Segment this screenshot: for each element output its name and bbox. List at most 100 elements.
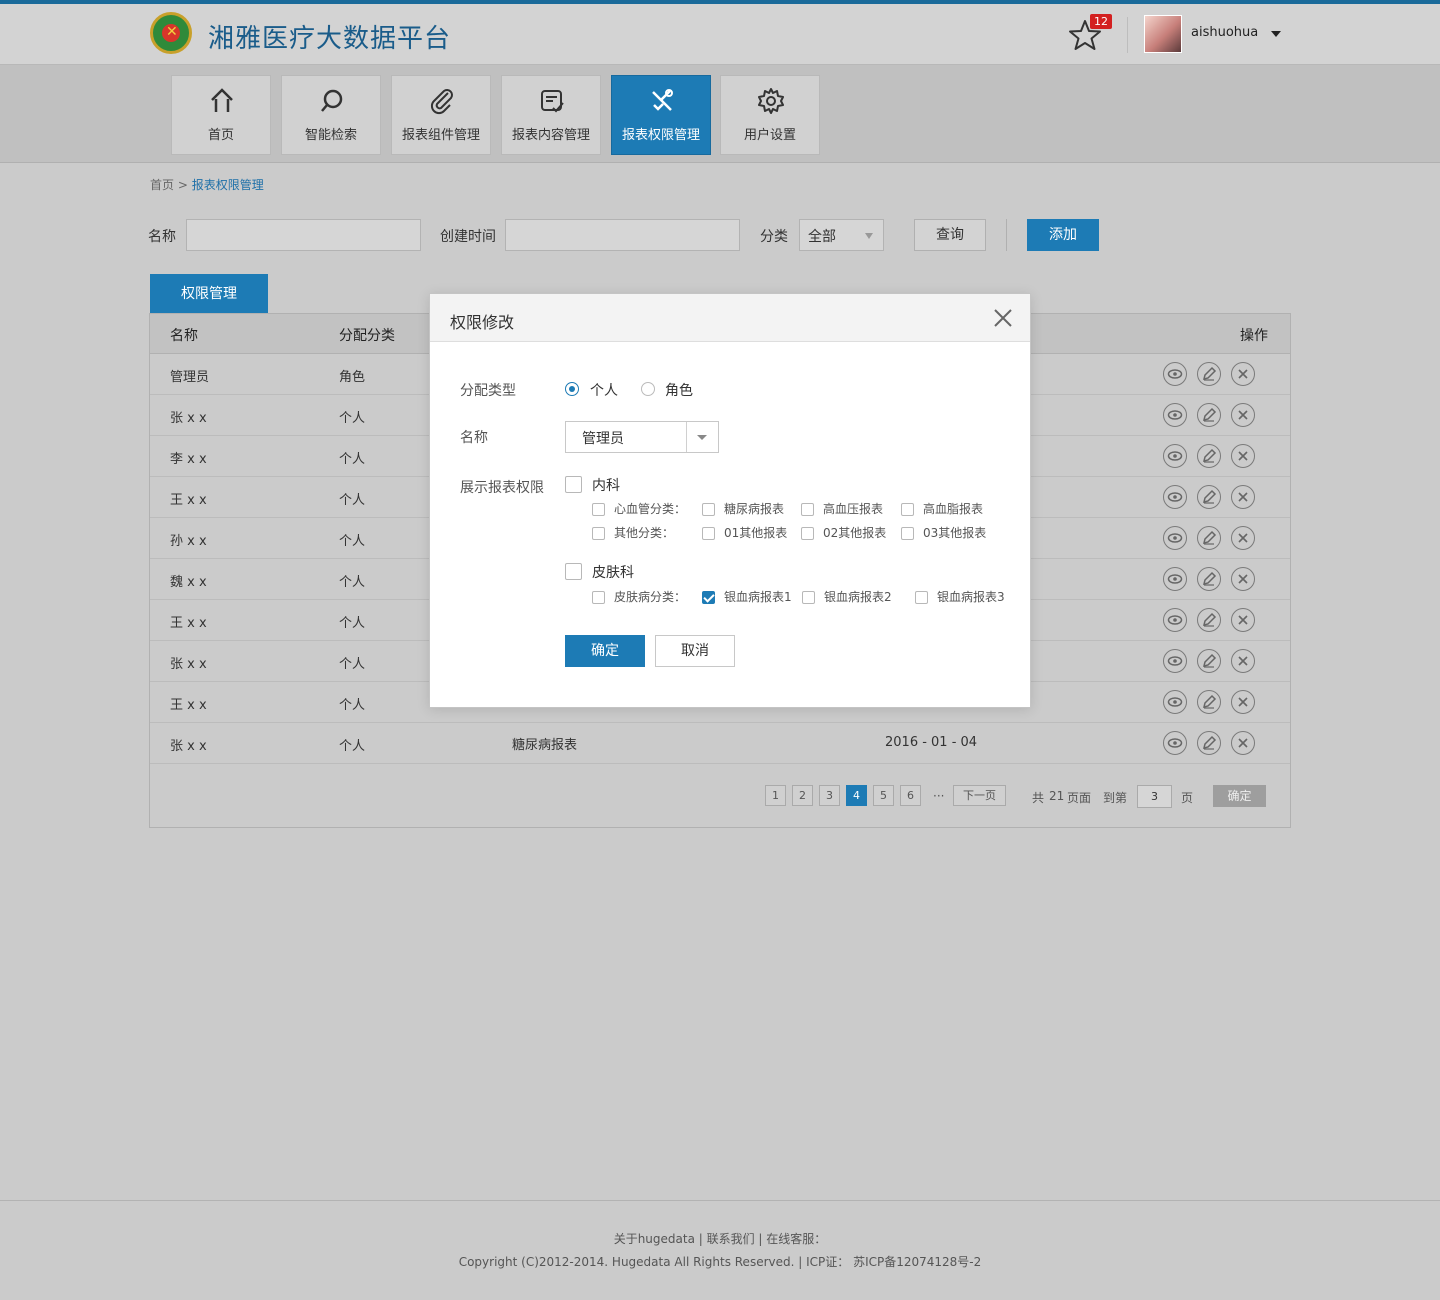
group-internal-label: 内科	[592, 478, 620, 494]
delete-icon[interactable]	[1231, 526, 1255, 550]
chevron-down-icon	[697, 435, 707, 440]
row-actions	[1163, 649, 1256, 673]
delete-icon[interactable]	[1231, 649, 1255, 673]
nav-report-content[interactable]: 报表内容管理	[501, 75, 601, 155]
edit-icon[interactable]	[1197, 485, 1221, 509]
view-icon[interactable]	[1163, 731, 1187, 755]
page-button[interactable]: 6	[900, 785, 921, 806]
breadcrumb-home[interactable]: 首页	[150, 178, 174, 192]
col-assign-header: 分配分类	[339, 328, 395, 344]
group-internal-checkbox[interactable]	[565, 476, 582, 493]
row-actions	[1163, 526, 1256, 550]
report-label: 银血病报表2	[824, 590, 892, 604]
delete-icon[interactable]	[1231, 731, 1255, 755]
edit-icon[interactable]	[1197, 690, 1221, 714]
delete-icon[interactable]	[1231, 690, 1255, 714]
nav-report-permissions[interactable]: 报表权限管理	[611, 75, 711, 155]
row-assign: 个人	[339, 698, 366, 713]
created-filter-input[interactable]	[505, 219, 740, 251]
row-assign: 个人	[339, 411, 366, 426]
view-icon[interactable]	[1163, 362, 1187, 386]
edit-icon[interactable]	[1197, 362, 1221, 386]
query-button[interactable]: 查询	[914, 219, 986, 251]
document-check-icon	[541, 90, 564, 113]
report-checkbox[interactable]	[801, 527, 814, 540]
report-label: 糖尿病报表	[724, 502, 785, 516]
nav-search[interactable]: 智能检索	[281, 75, 381, 155]
delete-icon[interactable]	[1231, 485, 1255, 509]
report-checkbox[interactable]	[702, 503, 715, 516]
row-date: 2016 - 01 - 04	[885, 735, 978, 750]
view-icon[interactable]	[1163, 690, 1187, 714]
report-checkbox[interactable]	[802, 591, 815, 604]
edit-icon[interactable]	[1197, 608, 1221, 632]
modal-cancel-button[interactable]: 取消	[655, 635, 735, 667]
add-button[interactable]: 添加	[1027, 219, 1099, 251]
report-checkbox[interactable]	[801, 503, 814, 516]
row-actions	[1163, 403, 1256, 427]
edit-icon[interactable]	[1197, 403, 1221, 427]
notification-badge: 12	[1090, 14, 1112, 29]
delete-icon[interactable]	[1231, 444, 1255, 468]
col-name-header: 名称	[170, 328, 198, 344]
name-dropdown[interactable]: 管理员	[565, 421, 719, 453]
delete-icon[interactable]	[1231, 403, 1255, 427]
view-icon[interactable]	[1163, 444, 1187, 468]
close-icon[interactable]	[992, 307, 1014, 329]
row-assign: 个人	[339, 534, 366, 549]
report-checkbox[interactable]	[702, 527, 715, 540]
assign-role-radio[interactable]	[641, 382, 655, 396]
view-icon[interactable]	[1163, 403, 1187, 427]
page-button[interactable]: 2	[792, 785, 813, 806]
user-menu-caret-icon[interactable]	[1271, 31, 1281, 37]
page-button[interactable]: 3	[819, 785, 840, 806]
view-icon[interactable]	[1163, 649, 1187, 673]
row-name: 孙 x x	[170, 534, 207, 549]
nav-home[interactable]: 首页	[171, 75, 271, 155]
edit-icon[interactable]	[1197, 731, 1221, 755]
page-button-current[interactable]: 4	[846, 785, 867, 806]
username[interactable]: aishuohua	[1191, 25, 1258, 40]
view-icon[interactable]	[1163, 485, 1187, 509]
sub-skin-checkbox[interactable]	[592, 591, 605, 604]
edit-icon[interactable]	[1197, 567, 1221, 591]
total-pages: 21	[1049, 789, 1065, 803]
category-filter-select[interactable]: 全部	[799, 219, 884, 251]
nav-report-permissions-label: 报表权限管理	[621, 128, 700, 143]
report-checkbox[interactable]	[901, 503, 914, 516]
row-name: 张 x x	[170, 657, 207, 672]
nav-user-settings[interactable]: 用户设置	[720, 75, 820, 155]
view-icon[interactable]	[1163, 567, 1187, 591]
assign-personal-radio[interactable]	[565, 382, 579, 396]
goto-page-input[interactable]: 3	[1137, 785, 1172, 808]
modal-confirm-button[interactable]: 确定	[565, 635, 645, 667]
edit-icon[interactable]	[1197, 526, 1221, 550]
page-button[interactable]: 5	[873, 785, 894, 806]
assign-personal-label[interactable]: 个人	[590, 380, 618, 400]
sub-other-checkbox[interactable]	[592, 527, 605, 540]
name-filter-input[interactable]	[186, 219, 421, 251]
group-dermatology-checkbox[interactable]	[565, 563, 582, 580]
report-checkbox[interactable]	[915, 591, 928, 604]
nav-report-components[interactable]: 报表组件管理	[391, 75, 491, 155]
tab-permissions[interactable]: 权限管理	[150, 274, 268, 314]
report-checkbox[interactable]	[901, 527, 914, 540]
sub-cardio-checkbox[interactable]	[592, 503, 605, 516]
col-ops-header: 操作	[1240, 328, 1268, 344]
view-icon[interactable]	[1163, 608, 1187, 632]
report-checkbox-checked[interactable]	[702, 591, 715, 604]
delete-icon[interactable]	[1231, 362, 1255, 386]
row-name: 管理员	[170, 370, 210, 385]
app-header: ✕ 湘雅医疗大数据平台 12 aishuohua	[0, 4, 1440, 65]
avatar[interactable]	[1144, 15, 1182, 53]
nav-search-label: 智能检索	[304, 128, 357, 143]
view-icon[interactable]	[1163, 526, 1187, 550]
page-button[interactable]: 1	[765, 785, 786, 806]
goto-confirm-button[interactable]: 确定	[1213, 785, 1266, 807]
next-page-button[interactable]: 下一页	[953, 785, 1006, 806]
assign-role-label[interactable]: 角色	[665, 380, 693, 400]
delete-icon[interactable]	[1231, 567, 1255, 591]
edit-icon[interactable]	[1197, 649, 1221, 673]
delete-icon[interactable]	[1231, 608, 1255, 632]
edit-icon[interactable]	[1197, 444, 1221, 468]
